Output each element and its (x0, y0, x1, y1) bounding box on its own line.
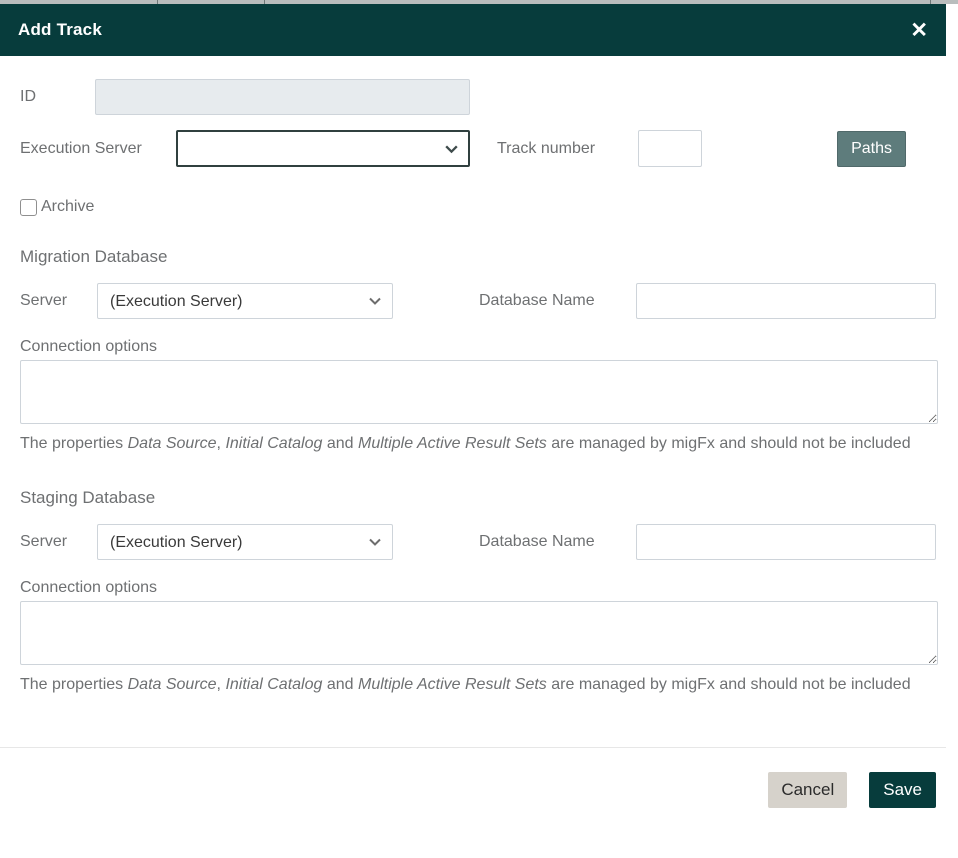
close-icon[interactable]: ✕ (910, 20, 928, 41)
modal-title: Add Track (18, 20, 102, 39)
migration-server-select-wrap: (Execution Server) (97, 283, 393, 319)
staging-database-name-label: Database Name (479, 533, 595, 550)
staging-server-select-wrap: (Execution Server) (97, 524, 393, 560)
note-segment: are managed by migFx and should not be i… (546, 435, 911, 452)
note-em: Data Source (127, 676, 217, 693)
execution-server-select-wrap (176, 130, 470, 167)
staging-server-row: Server (Execution Server) Database Name (20, 524, 936, 560)
id-row: ID (20, 79, 936, 115)
save-button[interactable]: Save (869, 772, 936, 808)
archive-label: Archive (41, 198, 95, 215)
paths-button[interactable]: Paths (837, 130, 906, 167)
note-segment: The properties (20, 435, 128, 452)
staging-note-text: The properties Data Source, Initial Cata… (20, 671, 932, 698)
id-label: ID (20, 88, 36, 105)
background-page-strip (0, 0, 958, 4)
staging-database-name-input[interactable] (636, 524, 936, 560)
note-em: Multiple Active Result Sets (357, 676, 547, 693)
migration-server-row: Server (Execution Server) Database Name (20, 283, 936, 319)
modal-body: ID Execution Server Track number Paths A… (0, 79, 946, 698)
staging-connection-options-textarea[interactable] (20, 601, 938, 665)
cancel-button[interactable]: Cancel (768, 772, 848, 808)
staging-connection-options-label: Connection options (20, 579, 157, 596)
note-em: Data Source (127, 435, 217, 452)
migration-server-label: Server (20, 292, 68, 309)
execution-server-label: Execution Server (20, 139, 142, 157)
note-segment: and (322, 676, 358, 693)
execution-server-row: Execution Server Track number Paths (20, 130, 936, 167)
background-divider (264, 0, 265, 4)
background-divider (157, 0, 158, 4)
staging-server-select[interactable]: (Execution Server) (97, 524, 393, 560)
note-em: Initial Catalog (225, 435, 323, 452)
note-em: Initial Catalog (225, 676, 323, 693)
migration-connection-options-label: Connection options (20, 338, 157, 355)
staging-database-heading: Staging Database (20, 488, 156, 507)
modal-footer: Cancel Save (0, 747, 946, 831)
execution-server-select[interactable] (176, 130, 470, 167)
migration-server-select[interactable]: (Execution Server) (97, 283, 393, 319)
note-segment: The properties (20, 676, 128, 693)
modal-header: Add Track ✕ (0, 4, 946, 56)
migration-database-heading: Migration Database (20, 247, 168, 266)
note-segment: are managed by migFx and should not be i… (546, 676, 911, 693)
archive-checkbox[interactable] (20, 198, 37, 216)
track-number-input[interactable] (638, 130, 703, 167)
migration-database-name-label: Database Name (479, 292, 595, 309)
note-em: Multiple Active Result Sets (357, 435, 547, 452)
id-input (95, 79, 470, 115)
migration-note-text: The properties Data Source, Initial Cata… (20, 430, 932, 457)
background-divider (930, 0, 931, 4)
staging-server-label: Server (20, 533, 68, 550)
archive-row: Archive (20, 198, 936, 216)
migration-connection-options-textarea[interactable] (20, 360, 938, 424)
track-number-label: Track number (497, 139, 596, 157)
add-track-modal: Add Track ✕ ID Execution Server Track nu… (0, 4, 946, 831)
note-segment: and (322, 435, 358, 452)
migration-database-name-input[interactable] (636, 283, 936, 319)
